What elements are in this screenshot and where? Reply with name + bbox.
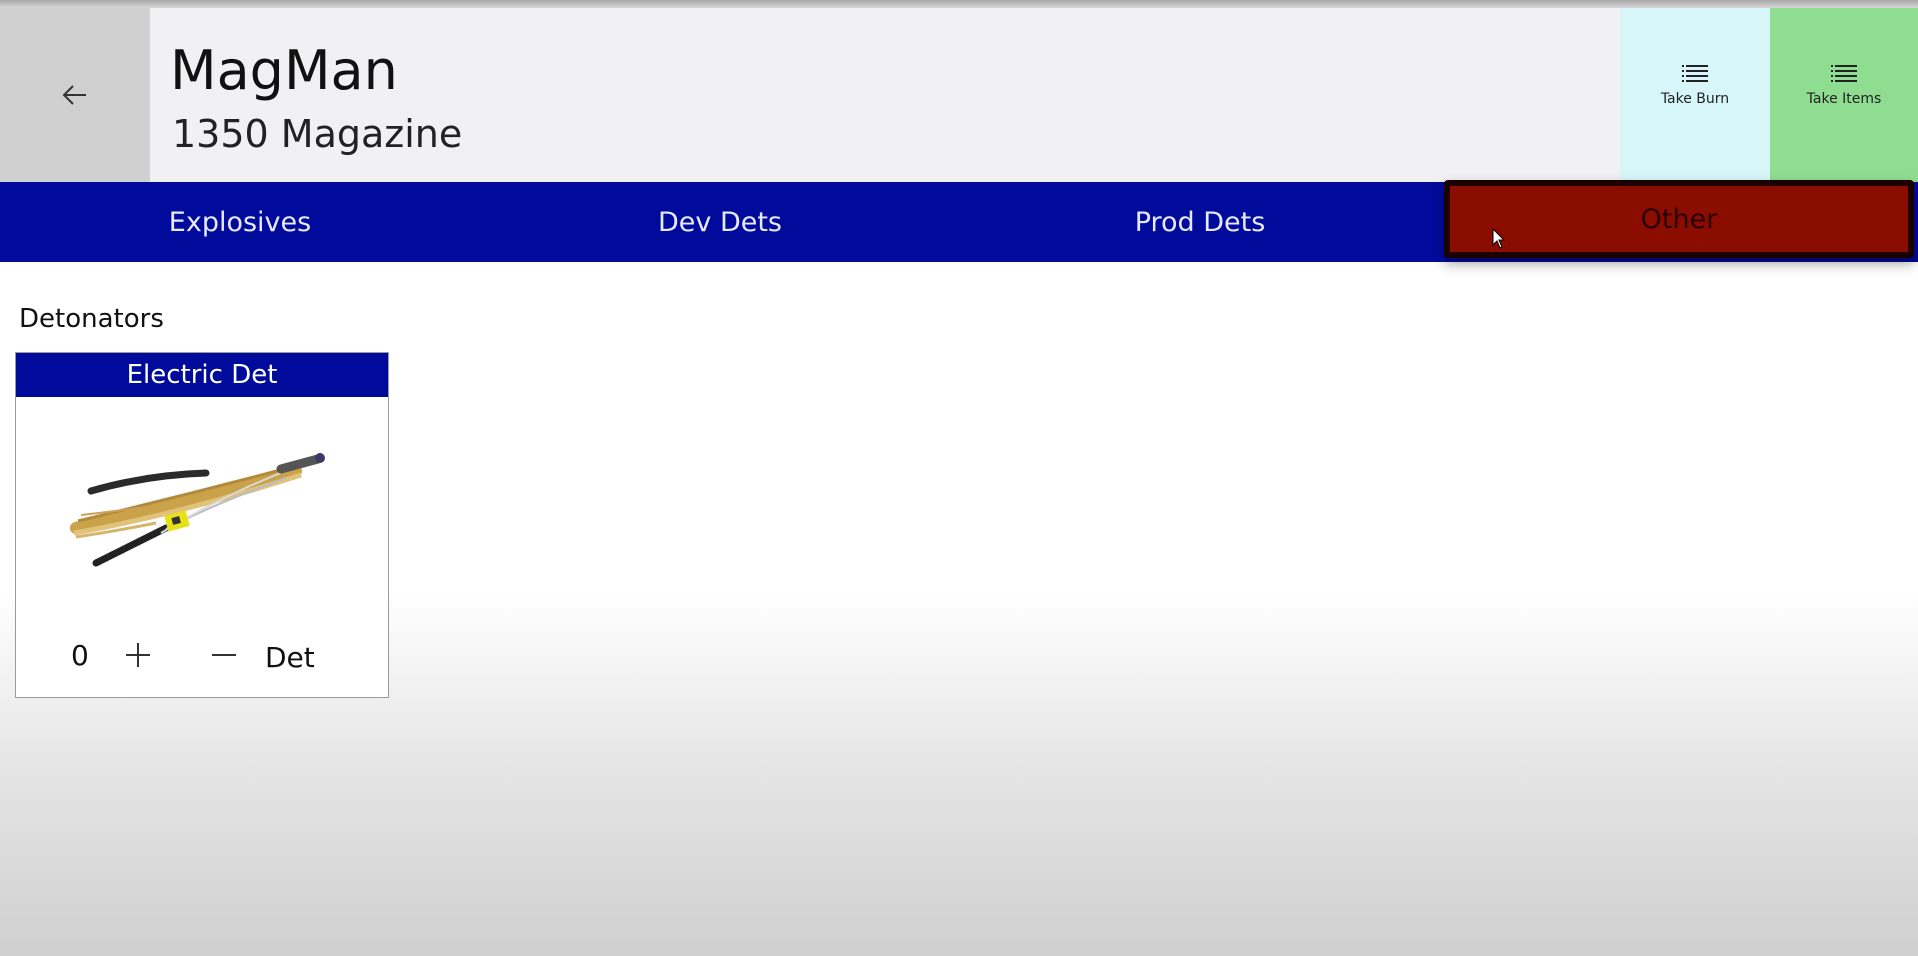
magazine-name: 1350 Magazine [172, 112, 463, 156]
take-items-button[interactable]: Take Items [1770, 8, 1918, 182]
section-title: Detonators [19, 304, 164, 334]
item-title: Electric Det [16, 353, 388, 397]
take-items-label: Take Items [1806, 91, 1882, 107]
item-quantity: 0 [71, 639, 89, 672]
plus-icon[interactable] [120, 637, 156, 673]
tab-prod-dets[interactable]: Prod Dets [960, 182, 1440, 262]
back-arrow-icon [62, 85, 86, 105]
electric-detonator-image [70, 453, 325, 567]
item-card[interactable]: Electric Det 0 Det [15, 352, 389, 698]
back-button[interactable] [0, 8, 150, 182]
list-icon [1831, 65, 1857, 82]
tab-other[interactable]: Other [1444, 180, 1914, 258]
item-unit: Det [265, 641, 315, 674]
quantity-stepper: 0 Det [16, 633, 390, 679]
tab-dev-dets[interactable]: Dev Dets [480, 182, 960, 262]
minus-icon[interactable] [206, 637, 242, 673]
take-burn-button[interactable]: Take Burn [1620, 8, 1770, 182]
list-icon [1682, 65, 1708, 82]
tab-explosives[interactable]: Explosives [0, 182, 480, 262]
take-burn-label: Take Burn [1660, 91, 1730, 107]
window-top-strip [0, 0, 1918, 8]
app-title: MagMan [170, 39, 398, 102]
mouse-cursor-icon [1492, 228, 1506, 249]
